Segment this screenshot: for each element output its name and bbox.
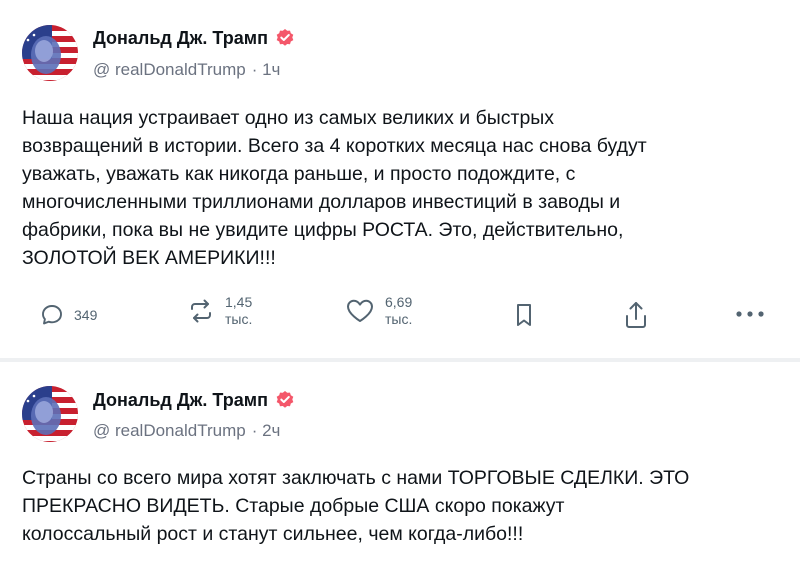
verified-badge-icon (276, 29, 294, 46)
like-count: 6,69 тыс. (385, 294, 412, 328)
post-text: Наша нация устраивает одно из самых вели… (22, 107, 647, 269)
post-timestamp[interactable]: · 2ч (252, 420, 281, 442)
avatar[interactable] (22, 386, 78, 442)
avatar-image (22, 25, 78, 81)
author-display-name[interactable]: Дональд Дж. Трамп (93, 26, 268, 50)
share-upload-icon (626, 302, 646, 328)
author-handle[interactable]: @ realDonaldTrump (93, 420, 246, 442)
post-card[interactable]: Дональд Дж. Трамп @ realDonaldTrump · 1ч… (0, 0, 800, 358)
post-card[interactable]: Дональд Дж. Трамп @ realDonaldTrump · 2ч… (0, 362, 800, 577)
repost-arrows-icon (191, 299, 211, 323)
author-handle-row: @ realDonaldTrump · 2ч (93, 420, 280, 442)
verified-badge-icon (276, 391, 294, 408)
more-options-button[interactable] (735, 310, 765, 318)
repost-count-value: 1,45 (225, 294, 253, 310)
post-actions: 349 1,45 тыс. 6,69 тыс. (0, 290, 800, 340)
reply-button[interactable]: 349 (40, 303, 97, 327)
like-count-value: 6,69 (385, 294, 413, 310)
post-text: Страны со всего мира хотят заключать с н… (22, 467, 690, 545)
ellipsis-icon (736, 311, 764, 317)
timeline-feed: Дональд Дж. Трамп @ realDonaldTrump · 1ч… (0, 0, 800, 577)
author-display-name[interactable]: Дональд Дж. Трамп (93, 388, 268, 412)
author-handle[interactable]: @ realDonaldTrump (93, 59, 246, 81)
reply-count: 349 (74, 306, 98, 323)
author-name-row: Дональд Дж. Трамп (93, 26, 295, 50)
like-button[interactable]: 6,69 тыс. (345, 294, 412, 328)
share-button[interactable] (622, 300, 650, 330)
heart-icon (347, 299, 373, 322)
bookmark-button[interactable] (512, 302, 536, 328)
author-handle-row: @ realDonaldTrump · 1ч (93, 59, 280, 81)
repost-count-unit: тыс. (225, 311, 253, 327)
avatar-image (22, 386, 78, 442)
post-timestamp[interactable]: · 1ч (252, 59, 281, 81)
repost-count: 1,45 тыс. (225, 294, 252, 328)
speech-bubble-icon (42, 305, 62, 325)
repost-button[interactable]: 1,45 тыс. (187, 294, 252, 328)
avatar[interactable] (22, 25, 78, 81)
bookmark-icon (517, 304, 531, 326)
like-count-unit: тыс. (385, 311, 413, 327)
author-name-row: Дональд Дж. Трамп (93, 388, 295, 412)
